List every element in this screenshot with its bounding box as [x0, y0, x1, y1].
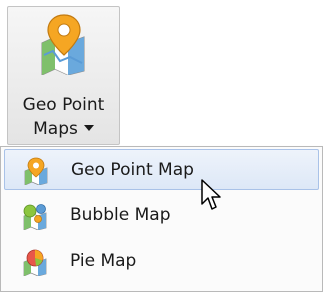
geo-point-maps-ribbon-button[interactable]: Geo Point Maps [7, 6, 120, 145]
ribbon-button-label: Geo Point Maps [8, 93, 119, 141]
geo-point-map-icon [24, 157, 48, 185]
geo-point-maps-menu: Geo Point Map Bubble Map Pie Map [0, 146, 323, 292]
bubble-map-icon [23, 204, 47, 230]
menu-item-pie-map[interactable]: Pie Map [4, 241, 319, 282]
mouse-cursor-icon [201, 179, 221, 210]
pie-map-icon [23, 249, 47, 276]
menu-item-label: Pie Map [70, 251, 137, 271]
ribbon-label-line1: Geo Point [22, 95, 105, 115]
dropdown-arrow-icon[interactable] [83, 125, 94, 131]
menu-item-geo-point-map[interactable]: Geo Point Map [4, 149, 319, 190]
menu-item-label: Geo Point Map [71, 160, 194, 180]
menu-item-bubble-map[interactable]: Bubble Map [4, 195, 319, 236]
geo-point-map-icon [41, 14, 85, 75]
ribbon-label-line2: Maps [33, 119, 78, 139]
menu-item-label: Bubble Map [70, 205, 171, 225]
